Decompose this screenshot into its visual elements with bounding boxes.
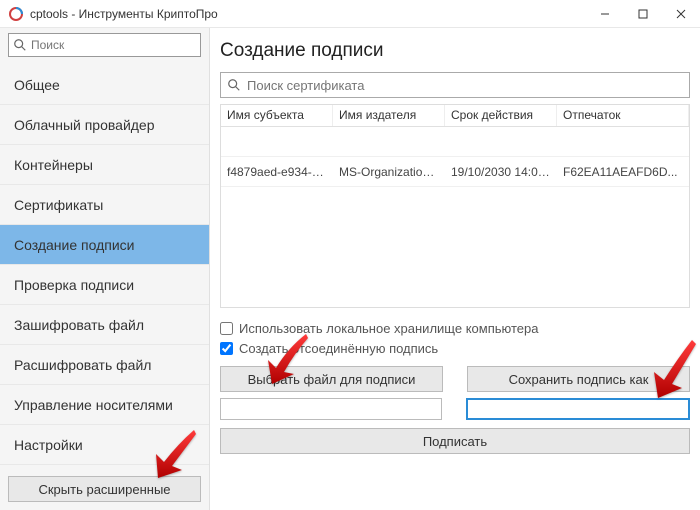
- button-label: Сохранить подпись как: [509, 372, 649, 387]
- choose-file-button[interactable]: Выбрать файл для подписи: [220, 366, 443, 392]
- maximize-button[interactable]: [624, 0, 662, 28]
- close-button[interactable]: [662, 0, 700, 28]
- page-title: Создание подписи: [220, 40, 690, 62]
- window-title: cptools - Инструменты КриптоПро: [30, 7, 586, 21]
- nav-settings[interactable]: Настройки: [0, 425, 209, 465]
- cell-expiry: 19/10/2030 14:00:...: [445, 165, 557, 179]
- checkbox-detached-input[interactable]: [220, 342, 233, 355]
- checkbox-label: Использовать локальное хранилище компьют…: [239, 321, 538, 336]
- button-label: Скрыть расширенные: [38, 482, 170, 497]
- cell-thumbprint: F62EA11AEAFD6D...: [557, 165, 689, 179]
- checkbox-detached-signature[interactable]: Создать отсоединённую подпись: [220, 338, 690, 358]
- table-body: f4879aed-e934-40... MS-Organization-... …: [221, 127, 689, 187]
- sidebar: Общее Облачный провайдер Контейнеры Серт…: [0, 28, 210, 510]
- nav-list: Общее Облачный провайдер Контейнеры Серт…: [0, 65, 209, 470]
- app-icon: [8, 6, 24, 22]
- nav-label: Настройки: [14, 437, 83, 453]
- sign-button[interactable]: Подписать: [220, 428, 690, 454]
- hide-advanced-button[interactable]: Скрыть расширенные: [8, 476, 201, 502]
- search-icon: [227, 78, 241, 92]
- sidebar-search-input[interactable]: [31, 38, 196, 52]
- col-thumbprint[interactable]: Отпечаток: [557, 105, 689, 126]
- sidebar-search[interactable]: [8, 33, 201, 57]
- button-label: Подписать: [423, 434, 487, 449]
- nav-label: Создание подписи: [14, 237, 134, 253]
- minimize-button[interactable]: [586, 0, 624, 28]
- col-expiry[interactable]: Срок действия: [445, 105, 557, 126]
- nav-verify-signature[interactable]: Проверка подписи: [0, 265, 209, 305]
- source-file-field[interactable]: [220, 398, 442, 420]
- search-icon: [13, 38, 27, 52]
- nav-label: Зашифровать файл: [14, 317, 144, 333]
- table-header: Имя субъекта Имя издателя Срок действия …: [221, 105, 689, 127]
- options-group: Использовать локальное хранилище компьют…: [220, 318, 690, 358]
- signature-file-field[interactable]: [466, 398, 690, 420]
- nav-label: Сертификаты: [14, 197, 103, 213]
- certificate-search[interactable]: [220, 72, 690, 98]
- nav-general[interactable]: Общее: [0, 65, 209, 105]
- main-panel: Создание подписи Имя субъекта Имя издате…: [210, 28, 700, 510]
- certificate-table: Имя субъекта Имя издателя Срок действия …: [220, 104, 690, 308]
- col-subject[interactable]: Имя субъекта: [221, 105, 333, 126]
- nav-manage-media[interactable]: Управление носителями: [0, 385, 209, 425]
- nav-label: Общее: [14, 77, 60, 93]
- checkbox-label: Создать отсоединённую подпись: [239, 341, 438, 356]
- table-row-redacted[interactable]: [221, 127, 689, 157]
- table-row[interactable]: f4879aed-e934-40... MS-Organization-... …: [221, 157, 689, 187]
- nav-label: Контейнеры: [14, 157, 93, 173]
- nav-label: Расшифровать файл: [14, 357, 151, 373]
- nav-encrypt-file[interactable]: Зашифровать файл: [0, 305, 209, 345]
- nav-label: Проверка подписи: [14, 277, 134, 293]
- col-issuer[interactable]: Имя издателя: [333, 105, 445, 126]
- nav-label: Управление носителями: [14, 397, 173, 413]
- save-signature-as-button[interactable]: Сохранить подпись как: [467, 366, 690, 392]
- nav-decrypt-file[interactable]: Расшифровать файл: [0, 345, 209, 385]
- nav-certificates[interactable]: Сертификаты: [0, 185, 209, 225]
- nav-containers[interactable]: Контейнеры: [0, 145, 209, 185]
- checkbox-local-store-input[interactable]: [220, 322, 233, 335]
- checkbox-local-store[interactable]: Использовать локальное хранилище компьют…: [220, 318, 690, 338]
- nav-label: Облачный провайдер: [14, 117, 155, 133]
- titlebar: cptools - Инструменты КриптоПро: [0, 0, 700, 28]
- certificate-search-input[interactable]: [247, 78, 683, 93]
- nav-cloud-provider[interactable]: Облачный провайдер: [0, 105, 209, 145]
- nav-create-signature[interactable]: Создание подписи: [0, 225, 209, 265]
- cell-issuer: MS-Organization-...: [333, 165, 445, 179]
- cell-subject: f4879aed-e934-40...: [221, 165, 333, 179]
- button-label: Выбрать файл для подписи: [248, 372, 416, 387]
